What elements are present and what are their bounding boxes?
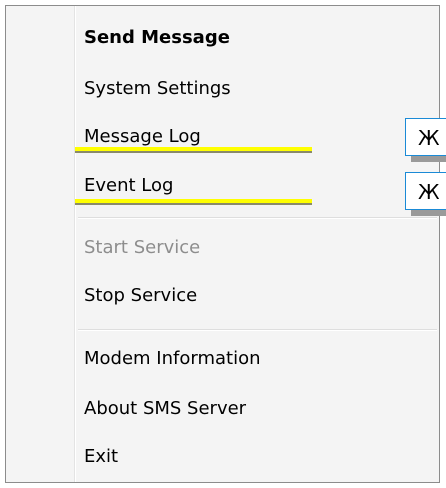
menu-divider: [78, 217, 437, 219]
highlight-underline-message-log: [75, 147, 312, 153]
menu-item-exit[interactable]: Exit: [84, 437, 118, 477]
menu-item-stop-service[interactable]: Stop Service: [84, 276, 197, 316]
menu-item-modem-information[interactable]: Modem Information: [84, 339, 261, 379]
menu-item-about-sms-server[interactable]: About SMS Server: [84, 389, 246, 429]
context-menu: Send Message System Settings Message Log…: [5, 5, 440, 483]
menu-divider: [78, 329, 437, 331]
menu-item-system-settings[interactable]: System Settings: [84, 69, 231, 109]
menu-item-send-message[interactable]: Send Message: [84, 18, 230, 58]
annotation-callout: Ж: [405, 118, 446, 156]
annotation-callout: Ж: [405, 172, 446, 210]
menu-item-start-service: Start Service: [84, 237, 201, 258]
highlight-underline-event-log: [75, 199, 312, 205]
icon-gutter-separator: [74, 6, 76, 482]
screenshot-frame: Send Message System Settings Message Log…: [0, 0, 446, 488]
